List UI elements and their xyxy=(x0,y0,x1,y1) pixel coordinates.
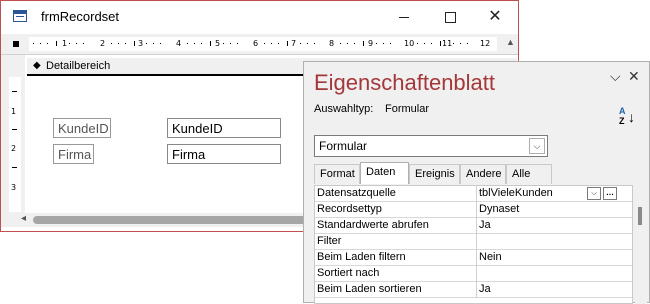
property-name: Sortiert nach xyxy=(317,267,380,279)
scroll-left-icon[interactable]: ◂ xyxy=(21,213,26,224)
tab-daten[interactable]: Daten xyxy=(360,162,409,184)
section-arrow-icon: ◆ xyxy=(33,60,41,71)
ruler-number: 2 xyxy=(11,144,17,153)
tab-format[interactable]: Format xyxy=(314,164,360,184)
property-row[interactable]: Recordsettyp Dynaset xyxy=(315,202,632,218)
property-name: Recordsettyp xyxy=(317,203,382,215)
object-select-value: Formular xyxy=(319,139,368,153)
close-icon[interactable]: ✕ xyxy=(628,68,640,85)
firma-label[interactable]: Firma xyxy=(53,144,94,164)
chevron-down-icon[interactable]: ⌵ xyxy=(610,68,621,85)
ruler-number: 3 xyxy=(11,183,17,192)
property-row[interactable]: Datensatzquelle tblVieleKunden ⌵ … xyxy=(315,186,632,202)
chevron-down-icon[interactable]: ⌵ xyxy=(587,187,601,200)
vertical-ruler-scale: 1 2 3 xyxy=(9,77,21,212)
ruler-number: 4 xyxy=(176,39,182,48)
property-name: Filter xyxy=(317,235,342,247)
property-value[interactable]: Nein xyxy=(479,251,502,263)
ruler-number: 1 xyxy=(62,39,68,48)
property-name: Datensatzquelle xyxy=(317,187,396,199)
builder-button[interactable]: … xyxy=(603,187,617,200)
ruler-number: 2 xyxy=(100,39,106,48)
ruler-number: 7 xyxy=(291,39,297,48)
tab-alle[interactable]: Alle xyxy=(506,164,552,184)
ruler-number: 3 xyxy=(138,39,144,48)
ruler-number: 9 xyxy=(368,39,374,48)
property-sheet: Eigenschaftenblatt ⌵ ✕ Auswahltyp: Formu… xyxy=(303,61,650,304)
tab-ereignis[interactable]: Ereignis xyxy=(409,164,460,184)
form-selector[interactable] xyxy=(13,41,19,47)
ruler-number: 8 xyxy=(329,39,335,48)
property-value[interactable]: Ja xyxy=(479,283,491,295)
property-value[interactable]: Ja xyxy=(479,219,491,231)
property-row[interactable]: Standardwerte abrufen Ja xyxy=(315,218,632,234)
tab-andere[interactable]: Andere xyxy=(460,164,506,184)
ruler-number: 10 xyxy=(404,39,415,48)
property-name: Standardwerte abrufen xyxy=(317,219,429,231)
property-tabs: Format Daten Ereignis Andere Alle xyxy=(314,162,644,184)
property-row[interactable]: Filter xyxy=(315,234,632,250)
vertical-ruler[interactable]: 1 2 3 xyxy=(1,55,25,215)
selection-type-label: Auswahltyp: xyxy=(314,103,374,115)
ruler-scale: 1 2 3 4 5 6 7 8 9 10 11 12 xyxy=(29,37,497,51)
firma-textbox[interactable]: Firma xyxy=(167,144,281,164)
ruler-number: 12 xyxy=(480,39,491,48)
object-select[interactable]: Formular ⌵ xyxy=(314,135,548,157)
scrollbar-thumb[interactable] xyxy=(638,207,642,225)
minimize-button[interactable] xyxy=(381,1,427,33)
property-sheet-title: Eigenschaftenblatt xyxy=(314,70,496,95)
property-row[interactable]: Sortiert nach xyxy=(315,266,632,282)
property-row[interactable]: Beim Laden sortieren Ja xyxy=(315,282,632,298)
property-value[interactable]: tblVieleKunden xyxy=(479,187,553,199)
scroll-up-icon[interactable]: ▲ xyxy=(506,37,515,47)
horizontal-ruler[interactable]: 1 2 3 4 5 6 7 8 9 10 11 12 ▲ xyxy=(1,34,518,55)
vertical-scrollbar[interactable] xyxy=(635,185,647,304)
maximize-button[interactable] xyxy=(427,1,473,33)
ruler-number: 5 xyxy=(215,39,221,48)
property-name: Beim Laden sortieren xyxy=(317,283,422,295)
ruler-number: 1 xyxy=(11,107,17,116)
section-label: Detailbereich xyxy=(46,60,111,72)
property-name: Beim Laden filtern xyxy=(317,251,406,263)
close-button[interactable]: ✕ xyxy=(472,1,518,33)
form-icon xyxy=(13,10,27,22)
ruler-number: 6 xyxy=(253,39,259,48)
window-titlebar[interactable]: frmRecordset ✕ xyxy=(1,1,518,33)
property-row[interactable]: Beim Laden filtern Nein xyxy=(315,250,632,266)
ruler-number: 11 xyxy=(442,39,453,48)
property-grid: Datensatzquelle tblVieleKunden ⌵ … Recor… xyxy=(314,185,633,304)
kundeid-label[interactable]: KundeID xyxy=(53,118,111,138)
sort-az-icon[interactable]: A Z ↓ xyxy=(617,106,639,128)
window-title: frmRecordset xyxy=(41,9,120,24)
chevron-down-icon[interactable]: ⌵ xyxy=(529,138,545,154)
selection-type-value: Formular xyxy=(385,103,430,115)
kundeid-textbox[interactable]: KundeID xyxy=(167,118,281,138)
property-value[interactable]: Dynaset xyxy=(479,203,519,215)
